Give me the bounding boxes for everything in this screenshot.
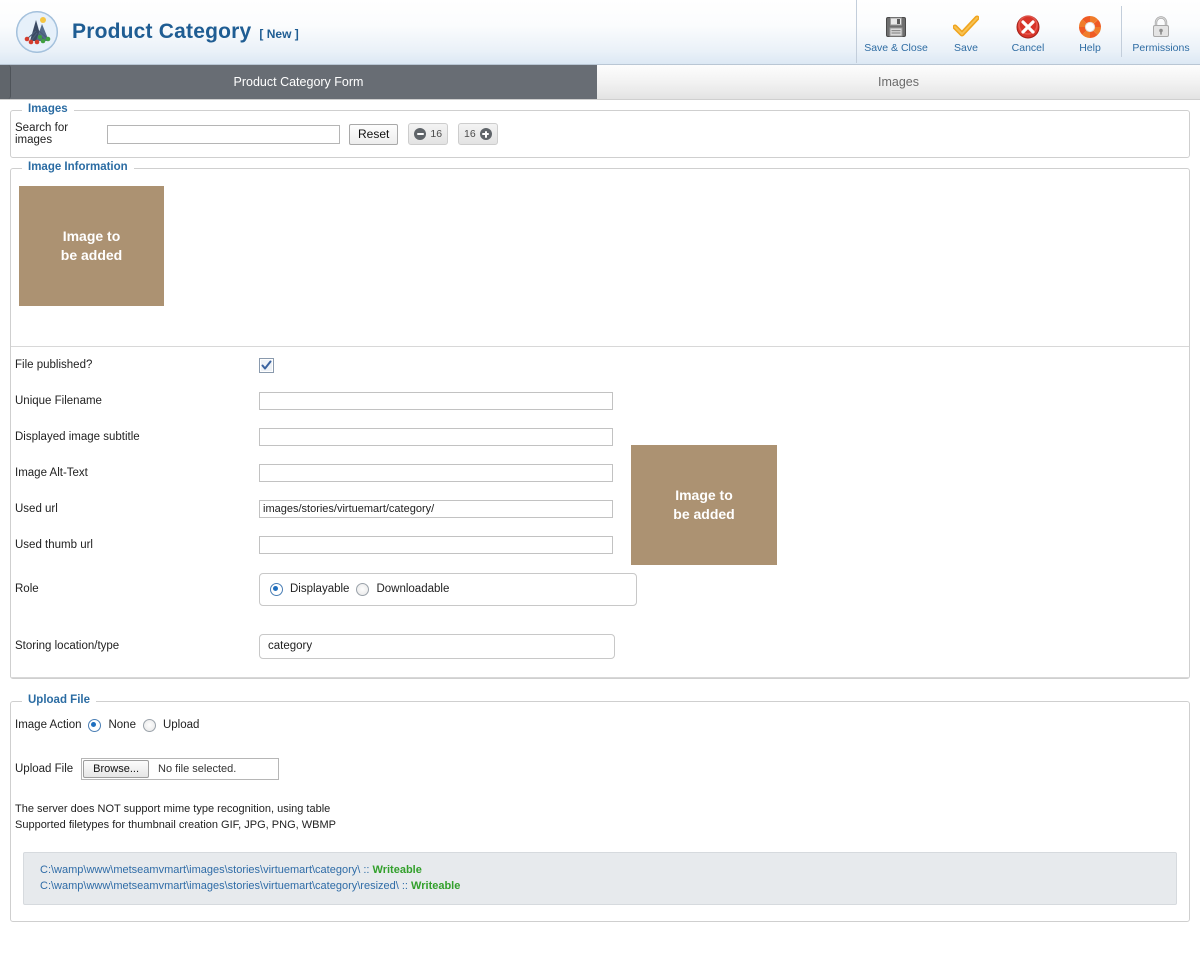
upload-note-line-1: The server does NOT support mime type re… [15,803,331,815]
image-action-radio-none[interactable] [88,718,102,732]
cancel-button[interactable]: Cancel [997,0,1059,63]
writeable-paths-message: C:\wamp\www\metseamvmart\images\stories\… [23,851,1177,905]
row-displayed-image-subtitle: Displayed image subtitle [11,419,1189,455]
search-images-input[interactable] [107,124,340,144]
image-action-label: Image Action [15,719,82,731]
image-preview-small[interactable]: Image to be added [631,445,777,565]
save-label: Save [954,41,978,54]
upload-file-label: Upload File [15,763,74,775]
image-count-decrease-stepper[interactable]: 16 [408,123,449,145]
virtuemart-logo-icon [16,11,58,53]
tab-images[interactable]: Images [597,65,1200,99]
image-preview-small-line2: be added [673,506,735,522]
images-fieldset: Images Search for images Reset 16 16 [10,103,1190,158]
role-radio-downloadable[interactable] [356,582,370,596]
floppy-disk-icon [884,14,908,40]
row-used-thumb-url: Used thumb url [11,527,1189,563]
reset-button[interactable]: Reset [349,123,399,145]
upload-file-row: Upload File Browse... No file selected. [11,758,1189,780]
cancel-label: Cancel [1011,41,1045,54]
permissions-label: Permissions [1132,41,1190,54]
writeable-status-1: Writeable [372,863,422,876]
storing-location-value[interactable]: category [259,633,615,659]
writeable-path-row-1: C:\wamp\www\metseamvmart\images\stories\… [40,862,1160,879]
used-thumb-url-label: Used thumb url [15,539,93,551]
row-role: Role Displayable Downloadable [11,563,1189,615]
file-input-control[interactable]: Browse... No file selected. [81,758,280,780]
used-url-label: Used url [15,503,58,515]
row-storing-location: Storing location/type category [11,615,1189,677]
file-published-checkbox[interactable] [259,357,274,373]
upload-notes: The server does NOT support mime type re… [11,802,1189,834]
minus-circle-icon [414,128,427,140]
role-radio-displayable[interactable] [270,582,283,596]
tab-product-category-form-label: Product Category Form [233,75,364,89]
permissions-button[interactable]: Permissions [1122,0,1200,63]
image-information-legend: Image Information [22,161,134,173]
file-published-label: File published? [15,359,93,371]
role-option-downloadable-label: Downloadable [376,583,450,595]
writeable-path-1: C:\wamp\www\metseamvmart\images\stories\… [40,863,373,876]
used-thumb-url-input[interactable] [259,536,613,554]
page-header: Product Category [ New ] Save & Close Sa… [0,0,1200,65]
save-and-close-label: Save & Close [864,41,928,54]
cancel-circle-icon [1016,14,1040,40]
page-title-state: [ New ] [259,27,299,41]
main-content: Images Search for images Reset 16 16 Ima… [0,103,1200,922]
tab-bar: Product Category Form Images [0,65,1200,100]
image-action-option-upload-label: Upload [162,719,200,731]
search-for-images-label: Search for images [15,122,69,146]
upload-note-line-2: Supported filetypes for thumbnail creati… [15,818,336,831]
writeable-path-2: C:\wamp\www\metseamvmart\images\stories\… [40,880,412,893]
padlock-icon [1150,14,1172,40]
storing-location-label: Storing location/type [15,640,120,652]
image-alt-text-input[interactable] [259,464,613,482]
image-action-option-none-label: None [108,719,136,731]
image-preview-large-line2: be added [60,247,123,263]
row-used-url: Used url [11,491,1189,527]
row-file-published: File published? [11,347,1189,383]
role-label: Role [15,583,39,595]
tab-product-category-form[interactable]: Product Category Form [0,65,597,99]
browse-button[interactable]: Browse... [83,760,150,778]
image-action-radio-upload[interactable] [142,718,156,732]
role-radio-group: Displayable Downloadable [259,572,637,606]
unique-filename-label: Unique Filename [15,395,102,407]
images-fieldset-legend: Images [22,103,74,115]
row-image-alt-text: Image Alt-Text [11,455,1189,491]
image-preview-small-line1: Image to [675,487,733,504]
image-preview-large[interactable]: Image to be added [19,186,164,306]
tab-left-nub [0,65,11,99]
image-information-fieldset: Image Information Image to be added File… [10,161,1190,679]
decrease-count-value: 16 [430,128,443,140]
image-preview-large-line1: Image to [62,228,121,245]
writeable-status-2: Writeable [411,880,461,893]
help-label: Help [1079,41,1101,54]
displayed-image-subtitle-label: Displayed image subtitle [15,431,140,443]
checkmark-icon [953,14,979,40]
tab-images-label: Images [878,75,919,89]
help-button[interactable]: Help [1059,0,1121,63]
page-title: Product Category [72,20,252,43]
writeable-path-row-2: C:\wamp\www\metseamvmart\images\stories\… [40,878,1160,895]
product-category-images-page: Product Category [ New ] Save & Close Sa… [0,0,1200,962]
role-option-displayable-label: Displayable [290,583,350,595]
save-button[interactable]: Save [935,0,997,63]
image-alt-text-label: Image Alt-Text [15,467,88,479]
plus-circle-icon [479,128,492,140]
image-count-increase-stepper[interactable]: 16 [458,123,498,145]
save-and-close-button[interactable]: Save & Close [857,0,935,63]
toolbar: Save & Close Save Cancel Help Permission… [856,0,1200,63]
unique-filename-input[interactable] [259,392,613,410]
upload-file-fieldset: Upload File Image Action None Upload Upl… [10,694,1190,922]
image-fields-table: File published? Unique Filename Displaye… [11,346,1189,678]
increase-count-value: 16 [464,128,476,140]
upload-file-legend: Upload File [22,694,96,706]
used-url-input[interactable] [259,500,613,518]
image-action-row: Image Action None Upload [11,714,1189,736]
row-unique-filename: Unique Filename [11,383,1189,419]
selected-file-status: No file selected. [158,763,237,775]
lifebuoy-icon [1078,14,1102,40]
displayed-image-subtitle-input[interactable] [259,428,613,446]
